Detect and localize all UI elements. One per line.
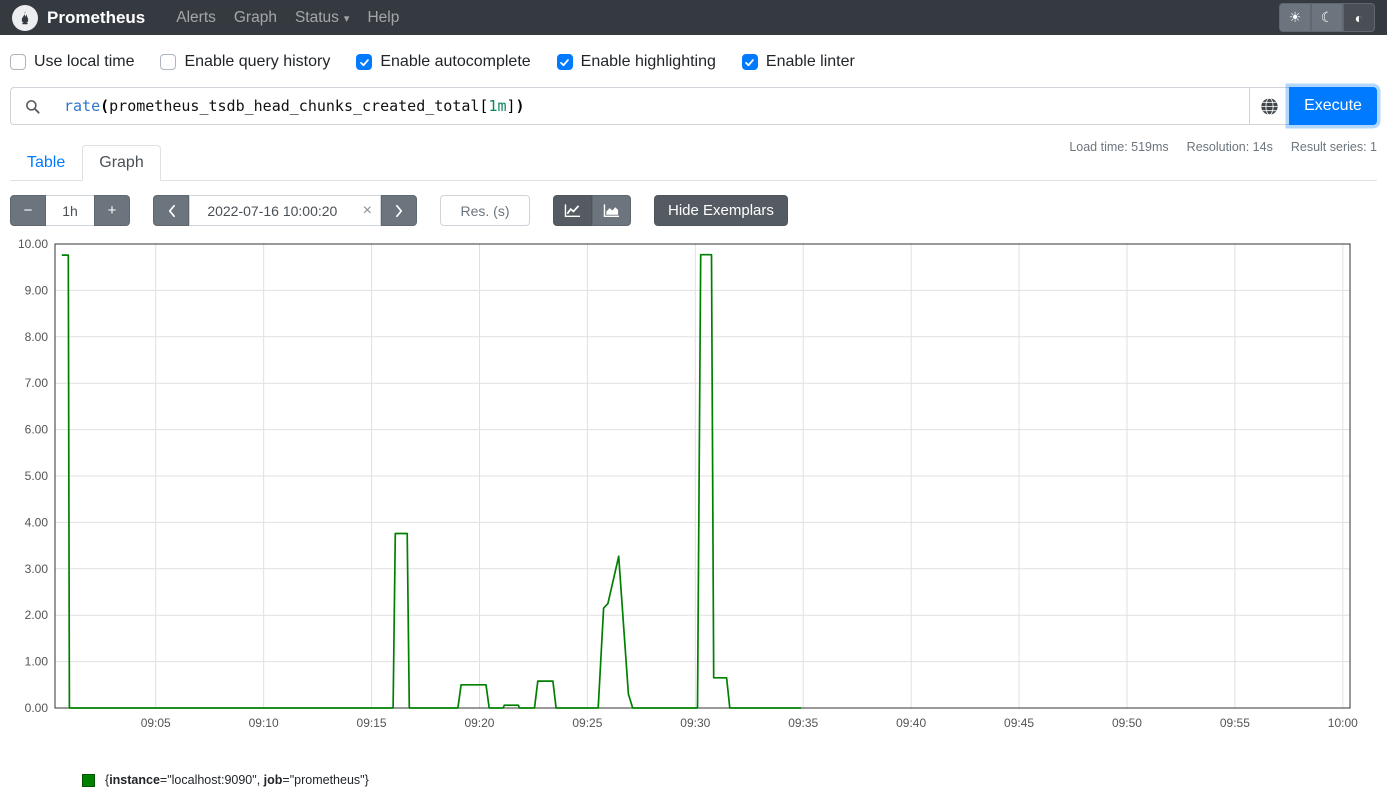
legend-label: {instance="localhost:9090", job="prometh… xyxy=(105,773,369,787)
tabs-row: TableGraph Load time: 519ms Resolution: … xyxy=(10,137,1377,181)
option-label: Enable query history xyxy=(184,53,330,71)
time-forward-button[interactable] xyxy=(381,195,417,226)
flame-icon xyxy=(17,10,33,26)
chart-legend: {instance="localhost:9090", job="prometh… xyxy=(82,773,1387,787)
execute-button[interactable]: Execute xyxy=(1289,87,1377,125)
result-series: Result series: 1 xyxy=(1291,140,1377,154)
query-expression: rate(prometheus_tsdb_head_chunks_created… xyxy=(64,97,525,115)
option-enable-highlighting[interactable]: Enable highlighting xyxy=(557,53,716,71)
svg-text:09:35: 09:35 xyxy=(788,716,818,730)
dark-theme-icon: ☾ xyxy=(1321,9,1334,26)
end-time-input[interactable] xyxy=(190,202,355,220)
graph-type-group xyxy=(553,195,631,226)
auto-theme-icon: ◐ xyxy=(1355,10,1363,26)
range-input[interactable] xyxy=(46,195,94,226)
query-input[interactable]: rate(prometheus_tsdb_head_chunks_created… xyxy=(54,87,1249,125)
svg-text:09:55: 09:55 xyxy=(1220,716,1250,730)
search-icon xyxy=(25,99,40,114)
svg-text:7.00: 7.00 xyxy=(25,376,49,390)
light-theme-button[interactable]: ☀ xyxy=(1279,3,1311,32)
chevron-right-icon xyxy=(395,204,404,218)
option-label: Enable autocomplete xyxy=(380,53,530,71)
nav-item-status[interactable]: Status▾ xyxy=(286,2,358,34)
svg-text:0.00: 0.00 xyxy=(25,701,49,715)
range-increase-button[interactable]: + xyxy=(94,195,130,226)
checked-checkbox-icon[interactable] xyxy=(356,54,372,70)
end-time-field: × xyxy=(189,195,381,226)
svg-text:9.00: 9.00 xyxy=(25,283,49,297)
svg-text:09:45: 09:45 xyxy=(1004,716,1034,730)
brand-title[interactable]: Prometheus xyxy=(47,8,145,28)
svg-text:3.00: 3.00 xyxy=(25,562,49,576)
option-label: Enable highlighting xyxy=(581,53,716,71)
svg-text:6.00: 6.00 xyxy=(25,423,49,437)
range-control-group: − + xyxy=(10,195,130,226)
unchecked-checkbox-icon[interactable] xyxy=(10,54,26,70)
nav-item-help[interactable]: Help xyxy=(358,2,408,34)
unchecked-checkbox-icon[interactable] xyxy=(160,54,176,70)
search-addon xyxy=(10,87,54,125)
load-time: Load time: 519ms xyxy=(1069,140,1168,154)
option-label: Use local time xyxy=(34,53,134,71)
navbar: Prometheus AlertsGraphStatus▾Help ☀ ☾ ◐ xyxy=(0,0,1387,35)
query-bar: rate(prometheus_tsdb_head_chunks_created… xyxy=(10,87,1377,125)
svg-text:1.00: 1.00 xyxy=(25,655,49,669)
svg-text:2.00: 2.00 xyxy=(25,608,49,622)
svg-text:10.00: 10.00 xyxy=(18,238,48,251)
time-series-chart[interactable]: 0.00 1.00 2.00 3.00 4.00 5.00 6.00 7.00 8.00 9.00… xyxy=(8,238,1360,740)
svg-text:09:05: 09:05 xyxy=(141,716,171,730)
svg-text:09:25: 09:25 xyxy=(572,716,602,730)
navbar-links: AlertsGraphStatus▾Help xyxy=(167,2,408,34)
tab-table[interactable]: Table xyxy=(10,145,82,181)
svg-text:09:50: 09:50 xyxy=(1112,716,1142,730)
checked-checkbox-icon[interactable] xyxy=(557,54,573,70)
svg-text:8.00: 8.00 xyxy=(25,330,49,344)
globe-icon xyxy=(1260,97,1279,116)
time-back-button[interactable] xyxy=(153,195,189,226)
checked-checkbox-icon[interactable] xyxy=(742,54,758,70)
nav-item-graph[interactable]: Graph xyxy=(225,2,286,34)
range-decrease-button[interactable]: − xyxy=(10,195,46,226)
query-options: Use local time Enable query history Enable… xyxy=(0,35,1387,71)
chevron-left-icon xyxy=(167,204,176,218)
legend-item[interactable]: {instance="localhost:9090", job="prometh… xyxy=(82,773,1387,787)
nav-item-alerts[interactable]: Alerts xyxy=(167,2,225,34)
chevron-down-icon: ▾ xyxy=(344,13,350,25)
prometheus-logo-icon[interactable] xyxy=(12,5,38,31)
legend-swatch xyxy=(82,774,95,787)
svg-text:09:40: 09:40 xyxy=(896,716,926,730)
query-stats: Load time: 519ms Resolution: 14s Result … xyxy=(1069,140,1377,154)
svg-text:5.00: 5.00 xyxy=(25,469,49,483)
dark-theme-button[interactable]: ☾ xyxy=(1311,3,1343,32)
light-theme-icon: ☀ xyxy=(1289,9,1302,26)
svg-text:09:20: 09:20 xyxy=(464,716,494,730)
svg-text:10:00: 10:00 xyxy=(1328,716,1358,730)
time-control-group: × xyxy=(153,195,417,226)
graph-panel: 0.00 1.00 2.00 3.00 4.00 5.00 6.00 7.00 8.00 9.00… xyxy=(8,238,1387,745)
metrics-explorer-button[interactable] xyxy=(1249,87,1289,125)
option-enable-autocomplete[interactable]: Enable autocomplete xyxy=(356,53,530,71)
line-chart-icon xyxy=(564,203,581,218)
hide-exemplars-button[interactable]: Hide Exemplars xyxy=(654,195,788,226)
auto-theme-button[interactable]: ◐ xyxy=(1343,3,1375,32)
option-enable-query-history[interactable]: Enable query history xyxy=(160,53,330,71)
clear-time-icon[interactable]: × xyxy=(355,202,380,220)
resolution-input[interactable] xyxy=(440,195,530,226)
stacked-graph-button[interactable] xyxy=(592,195,631,226)
stacked-chart-icon xyxy=(603,203,620,218)
graph-controls: − + × xyxy=(10,195,1387,226)
option-label: Enable linter xyxy=(766,53,855,71)
svg-text:4.00: 4.00 xyxy=(25,515,49,529)
svg-text:09:30: 09:30 xyxy=(680,716,710,730)
svg-text:09:15: 09:15 xyxy=(357,716,387,730)
option-enable-linter[interactable]: Enable linter xyxy=(742,53,855,71)
svg-text:09:10: 09:10 xyxy=(249,716,279,730)
line-graph-button[interactable] xyxy=(553,195,592,226)
theme-toggle-group: ☀ ☾ ◐ xyxy=(1279,3,1375,32)
resolution: Resolution: 14s xyxy=(1187,140,1273,154)
tab-graph[interactable]: Graph xyxy=(82,145,160,181)
option-use-local-time[interactable]: Use local time xyxy=(10,53,134,71)
tabs: TableGraph xyxy=(10,145,161,180)
